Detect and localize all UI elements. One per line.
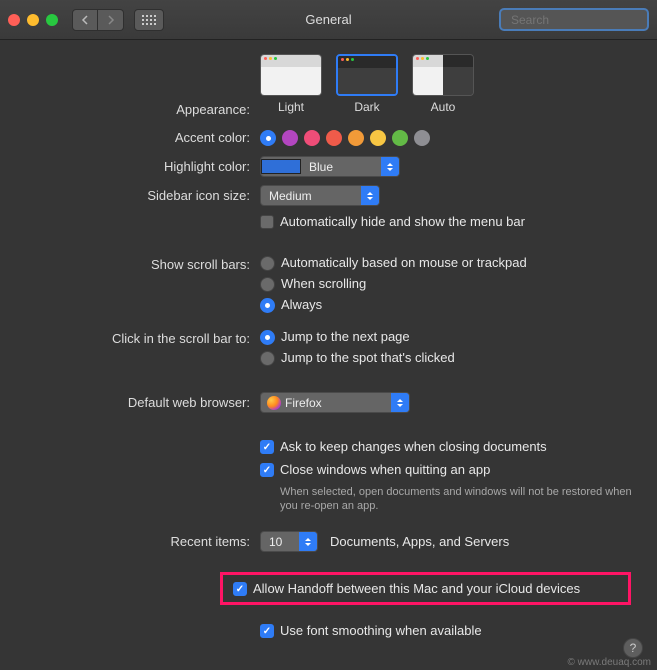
accent-blue[interactable]: [260, 130, 276, 146]
accent-label: Accent color:: [20, 128, 260, 148]
chevron-updown-icon: [391, 393, 409, 412]
chevron-updown-icon: [299, 532, 317, 551]
show-all-button[interactable]: [134, 9, 164, 31]
accent-pink[interactable]: [304, 130, 320, 146]
close-windows-checkbox[interactable]: Close windows when quitting an app: [260, 462, 490, 477]
recent-select[interactable]: 10: [260, 531, 318, 552]
scroll-when-radio[interactable]: When scrolling: [260, 276, 366, 292]
auto-hide-menubar-checkbox[interactable]: Automatically hide and show the menu bar: [260, 214, 525, 229]
font-smoothing-checkbox[interactable]: Use font smoothing when available: [260, 623, 482, 638]
highlight-select[interactable]: Blue: [260, 156, 400, 177]
appearance-light[interactable]: Light: [260, 54, 322, 114]
search-input[interactable]: [511, 13, 657, 27]
appearance-dark[interactable]: Dark: [336, 54, 398, 114]
help-button[interactable]: ?: [623, 638, 643, 658]
handoff-highlight: Allow Handoff between this Mac and your …: [220, 572, 631, 605]
radio-icon: [260, 277, 275, 292]
radio-icon: [260, 330, 275, 345]
recent-suffix: Documents, Apps, and Servers: [330, 534, 509, 549]
checkbox-icon: [260, 624, 274, 638]
titlebar: General: [0, 0, 657, 40]
checkbox-icon: [260, 215, 274, 229]
accent-purple[interactable]: [282, 130, 298, 146]
close-window-button[interactable]: [8, 14, 20, 26]
click-spot-radio[interactable]: Jump to the spot that's clicked: [260, 350, 455, 366]
firefox-icon: [267, 396, 281, 410]
sidebar-size-label: Sidebar icon size:: [20, 186, 260, 206]
accent-color-picker: [260, 130, 637, 146]
scroll-auto-radio[interactable]: Automatically based on mouse or trackpad: [260, 255, 527, 271]
zoom-window-button[interactable]: [46, 14, 58, 26]
radio-icon: [260, 256, 275, 271]
watermark: © www.deuaq.com: [567, 657, 651, 668]
recent-label: Recent items:: [20, 532, 260, 552]
forward-button[interactable]: [98, 9, 124, 31]
highlight-swatch: [261, 159, 301, 174]
accent-graphite[interactable]: [414, 130, 430, 146]
close-windows-hint: When selected, open documents and window…: [280, 485, 637, 513]
browser-label: Default web browser:: [20, 393, 260, 413]
back-button[interactable]: [72, 9, 98, 31]
chevron-updown-icon: [361, 186, 379, 205]
grid-icon: [142, 15, 156, 25]
search-field[interactable]: [499, 8, 649, 31]
chevron-left-icon: [81, 15, 89, 25]
click-scroll-label: Click in the scroll bar to:: [20, 329, 260, 349]
chevron-right-icon: [107, 15, 115, 25]
traffic-lights: [8, 14, 58, 26]
ask-changes-checkbox[interactable]: Ask to keep changes when closing documen…: [260, 439, 547, 454]
radio-icon: [260, 298, 275, 313]
browser-select[interactable]: Firefox: [260, 392, 410, 413]
click-next-radio[interactable]: Jump to the next page: [260, 329, 410, 345]
handoff-checkbox[interactable]: Allow Handoff between this Mac and your …: [233, 581, 580, 596]
scroll-always-radio[interactable]: Always: [260, 297, 322, 313]
sidebar-size-select[interactable]: Medium: [260, 185, 380, 206]
scrollbars-label: Show scroll bars:: [20, 255, 260, 275]
accent-red[interactable]: [326, 130, 342, 146]
appearance-label: Appearance:: [20, 54, 260, 120]
checkbox-icon: [260, 463, 274, 477]
accent-yellow[interactable]: [370, 130, 386, 146]
radio-icon: [260, 351, 275, 366]
checkbox-icon: [260, 440, 274, 454]
appearance-auto[interactable]: Auto: [412, 54, 474, 114]
chevron-updown-icon: [381, 157, 399, 176]
accent-green[interactable]: [392, 130, 408, 146]
accent-orange[interactable]: [348, 130, 364, 146]
highlight-label: Highlight color:: [20, 157, 260, 177]
minimize-window-button[interactable]: [27, 14, 39, 26]
checkbox-icon: [233, 582, 247, 596]
